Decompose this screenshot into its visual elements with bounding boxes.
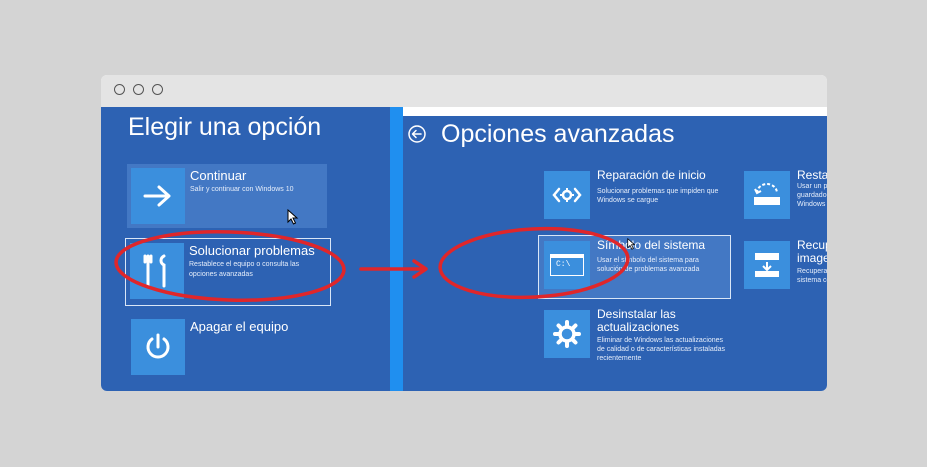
option-system-restore[interactable]: Restaurar sistema Usar un punto de resta…: [739, 166, 827, 226]
title-line: actualizaciones: [597, 320, 680, 334]
option-title: Solucionar problemas: [189, 243, 315, 258]
option-troubleshoot[interactable]: Solucionar problemas Restablece el equip…: [125, 238, 331, 306]
window-close-control[interactable]: [114, 84, 125, 95]
option-description: Solucionar problemas que impiden que Win…: [597, 188, 719, 204]
option-uninstall-updates[interactable]: Desinstalar las actualizaciones Eliminar…: [539, 305, 733, 373]
option-description: Usar el símbolo del sistema para solució…: [597, 257, 700, 273]
option-title: Desinstalar las actualizaciones: [597, 308, 679, 334]
option-description: Recuperar Windows con una imagen de sist…: [797, 268, 827, 284]
option-description: Restablece el equipo o consulta las opci…: [189, 261, 300, 278]
option-command-prompt[interactable]: C:\ Símbolo del sistema Usar el símbolo …: [538, 235, 731, 299]
power-icon: [131, 319, 185, 375]
option-description: Usar un punto de restauración guardado e…: [797, 183, 827, 208]
gear-icon: [544, 310, 590, 358]
mouse-cursor-icon: [627, 238, 636, 250]
prompt-text: C:\: [556, 260, 571, 269]
browser-window: Elegir una opción Continuar Salir y cont…: [101, 75, 827, 391]
option-title: Apagar el equipo: [190, 319, 289, 334]
command-prompt-icon: C:\: [544, 241, 590, 289]
mouse-cursor-icon: [287, 209, 299, 225]
restore-icon: [744, 171, 790, 219]
option-shutdown[interactable]: Apagar el equipo: [127, 315, 327, 379]
tools-icon: [130, 243, 184, 299]
window-titlebar: [101, 75, 827, 107]
option-description: Salir y continuar con Windows 10: [190, 186, 294, 193]
option-image-recovery[interactable]: Recuperación de imagen del sistema Recup…: [739, 236, 827, 298]
arrow-right-icon: [131, 168, 185, 224]
page-title: Opciones avanzadas: [441, 120, 675, 148]
option-title: Símbolo del sistema: [597, 238, 706, 252]
back-arrow-icon[interactable]: [408, 125, 426, 143]
page-title: Elegir una opción: [128, 113, 322, 141]
title-line: Desinstalar las: [597, 307, 676, 321]
advanced-options-screen: Opciones avanzadas Reparación de inicio …: [403, 116, 827, 391]
window-minimize-control[interactable]: [133, 84, 144, 95]
option-title: Restaurar sistema: [797, 168, 827, 182]
screen-divider: [390, 107, 403, 391]
option-continue[interactable]: Continuar Salir y continuar con Windows …: [127, 164, 327, 228]
window-maximize-control[interactable]: [152, 84, 163, 95]
title-line: Recuperación de: [797, 238, 827, 252]
image-recovery-icon: [744, 241, 790, 289]
choose-option-screen: Elegir una opción Continuar Salir y cont…: [101, 107, 390, 391]
option-description: Eliminar de Windows las actualizaciones …: [597, 337, 726, 362]
option-title: Continuar: [190, 168, 247, 183]
option-title: Recuperación de imagen del sistema: [797, 239, 827, 265]
option-title: Reparación de inicio: [597, 168, 706, 182]
title-line: imagen del sistema: [797, 251, 827, 265]
startup-repair-icon: [544, 171, 590, 219]
option-startup-repair[interactable]: Reparación de inicio Solucionar problema…: [539, 166, 729, 226]
